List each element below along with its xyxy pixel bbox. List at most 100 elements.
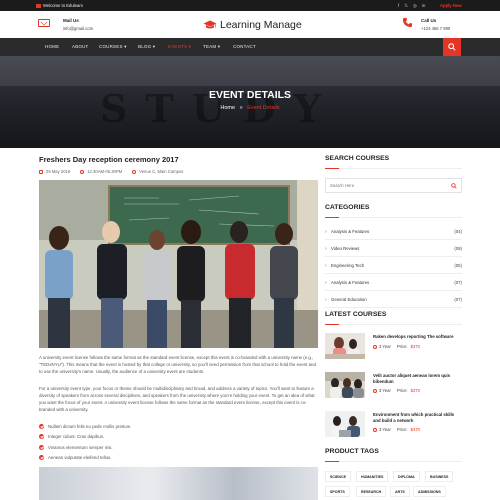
tag-admissions[interactable]: ADMISSIONS [413, 486, 446, 497]
tag-diploma[interactable]: DIPLOMA [393, 471, 420, 482]
location-pin-icon [132, 169, 137, 174]
category-count: (09) [454, 246, 462, 251]
main-nav: HOME ABOUT COURSES ▾ BLOG ▾ EVENTS ▾ TEA… [0, 38, 500, 56]
nav-item-courses[interactable]: COURSES ▾ [99, 44, 127, 50]
chevron-right-icon: › [325, 245, 327, 252]
mail-address[interactable]: info@gmail.com [63, 26, 93, 31]
category-count: (07) [454, 297, 462, 302]
course-card[interactable]: Raken develops reporting The software 3 … [325, 333, 462, 363]
nav-item-home[interactable]: HOME [45, 44, 59, 49]
category-count: (04) [454, 229, 462, 234]
clock-icon [80, 169, 85, 174]
breadcrumb: Home » Event Details [0, 105, 500, 111]
chevron-right-icon: › [325, 279, 327, 286]
event-description-1: A university event license follows the s… [39, 355, 316, 374]
top-bar: Welcome to Edulearn f 𝕏 ◎ in Apply Now [0, 0, 500, 11]
nav-item-blog[interactable]: BLOG ▾ [138, 44, 155, 50]
course-card[interactable]: Environment from which practical skills … [325, 411, 462, 441]
heading-divider [325, 217, 462, 218]
search-icon[interactable] [451, 183, 457, 189]
chevron-right-icon: › [325, 228, 327, 235]
price-label: Price: [396, 427, 408, 432]
instagram-icon[interactable]: ◎ [413, 3, 417, 9]
course-thumbnail[interactable] [325, 411, 365, 437]
breadcrumb-current: Event Details [247, 105, 280, 111]
course-thumbnail[interactable] [325, 333, 365, 359]
course-title[interactable]: Velit auctor aliquet aenean lorem quis b… [373, 373, 462, 385]
category-item[interactable]: › General Education (07) [325, 291, 462, 308]
category-item[interactable]: › Analysis & Features (04) [325, 223, 462, 240]
course-price: $370 [410, 388, 420, 393]
list-item-text: Vivamus elementum semper nisi. [48, 444, 113, 450]
course-title[interactable]: Raken develops reporting The software [373, 334, 462, 340]
welcome-message: Welcome to Edulearn [36, 3, 83, 8]
check-icon [39, 434, 44, 440]
site-logo[interactable]: Learning Manage [203, 19, 302, 31]
course-search-input[interactable] [326, 179, 446, 192]
course-duration: 3 Year [379, 427, 391, 432]
heading-divider [325, 168, 462, 169]
tag-business[interactable]: BUSINESS [425, 471, 454, 482]
event-description-2: For a university event type, your focus … [39, 386, 315, 412]
heading-divider [325, 461, 462, 462]
course-image [325, 411, 365, 437]
course-image [325, 372, 365, 398]
breadcrumb-separator: » [239, 105, 243, 111]
apply-now-link[interactable]: Apply Now [440, 3, 462, 8]
site-header: Mail Us info@gmail.com Learning Manage C… [0, 11, 500, 38]
course-card[interactable]: Velit auctor aliquet aenean lorem quis b… [325, 372, 462, 402]
event-date-text: 29 May 2019 [46, 169, 71, 174]
tag-research[interactable]: RESEARCH [356, 486, 387, 497]
course-thumbnail[interactable] [325, 372, 365, 398]
phone-icon [402, 17, 413, 28]
category-count: (05) [454, 263, 462, 268]
tag-sports[interactable]: SPORTS [325, 486, 350, 497]
event-time-text: 12.30AM-05.30PM [87, 169, 123, 174]
course-meta: 3 Year Price: $370 [373, 388, 420, 393]
students-image [39, 180, 318, 348]
banner-background [0, 56, 500, 86]
course-duration: 3 Year [379, 344, 391, 349]
event-photo-secondary [39, 467, 318, 500]
category-label: Video Reviews [331, 246, 360, 251]
social-links: f 𝕏 ◎ in [398, 3, 425, 9]
course-price: $370 [410, 427, 420, 432]
page-banner: STUDY EVENT DETAILS Home » Event Details [0, 56, 500, 148]
nav-item-team[interactable]: TEAM ▾ [203, 44, 220, 50]
tag-arts[interactable]: ARTS [390, 486, 410, 497]
category-label: Engineering Tech [331, 263, 365, 268]
chevron-right-icon: › [325, 296, 327, 303]
category-label: Analysis & Features [331, 229, 370, 234]
category-item[interactable]: › Video Reviews (09) [325, 240, 462, 257]
list-item: Aenean vulputate eleifend tellus. [39, 453, 131, 464]
category-count: (07) [454, 280, 462, 285]
nav-item-about[interactable]: ABOUT [72, 44, 89, 49]
graduation-cap-icon [203, 20, 217, 29]
course-price: $370 [410, 344, 420, 349]
list-item: Nullam dictum felis eu pede mollis preti… [39, 421, 131, 432]
linkedin-icon[interactable]: in [422, 3, 426, 9]
list-item-text: Aenean vulputate eleifend tellus. [48, 455, 112, 461]
nav-search-button[interactable] [443, 38, 461, 56]
twitter-icon[interactable]: 𝕏 [404, 3, 408, 9]
course-search [325, 178, 462, 193]
event-title: Freshers Day reception ceremony 2017 [39, 155, 179, 164]
nav-item-contact[interactable]: CONTACT [233, 44, 256, 49]
chevron-right-icon: › [325, 262, 327, 269]
tag-science[interactable]: SCIENCE [325, 471, 351, 482]
phone-number[interactable]: +123 456 7 890 [421, 26, 450, 31]
mail-label: Mail Us [63, 18, 79, 23]
category-item[interactable]: › Engineering Tech (05) [325, 257, 462, 274]
event-venue-text: Venue C, Main Campus [139, 169, 184, 174]
category-item[interactable]: › Analysis & Features (07) [325, 274, 462, 291]
clock-icon [373, 344, 377, 349]
list-item-text: Integer cidunt. Cras dapibus. [48, 434, 105, 440]
check-icon [39, 444, 44, 450]
facebook-icon[interactable]: f [398, 3, 399, 9]
tag-humanities[interactable]: HUMANITIES [356, 471, 389, 482]
call-label: Call Us [421, 18, 437, 23]
course-title[interactable]: Environment from which practical skills … [373, 412, 462, 424]
list-item: Vivamus elementum semper nisi. [39, 442, 131, 453]
breadcrumb-home[interactable]: Home [220, 105, 235, 111]
nav-item-events[interactable]: EVENTS ▾ [168, 44, 191, 50]
